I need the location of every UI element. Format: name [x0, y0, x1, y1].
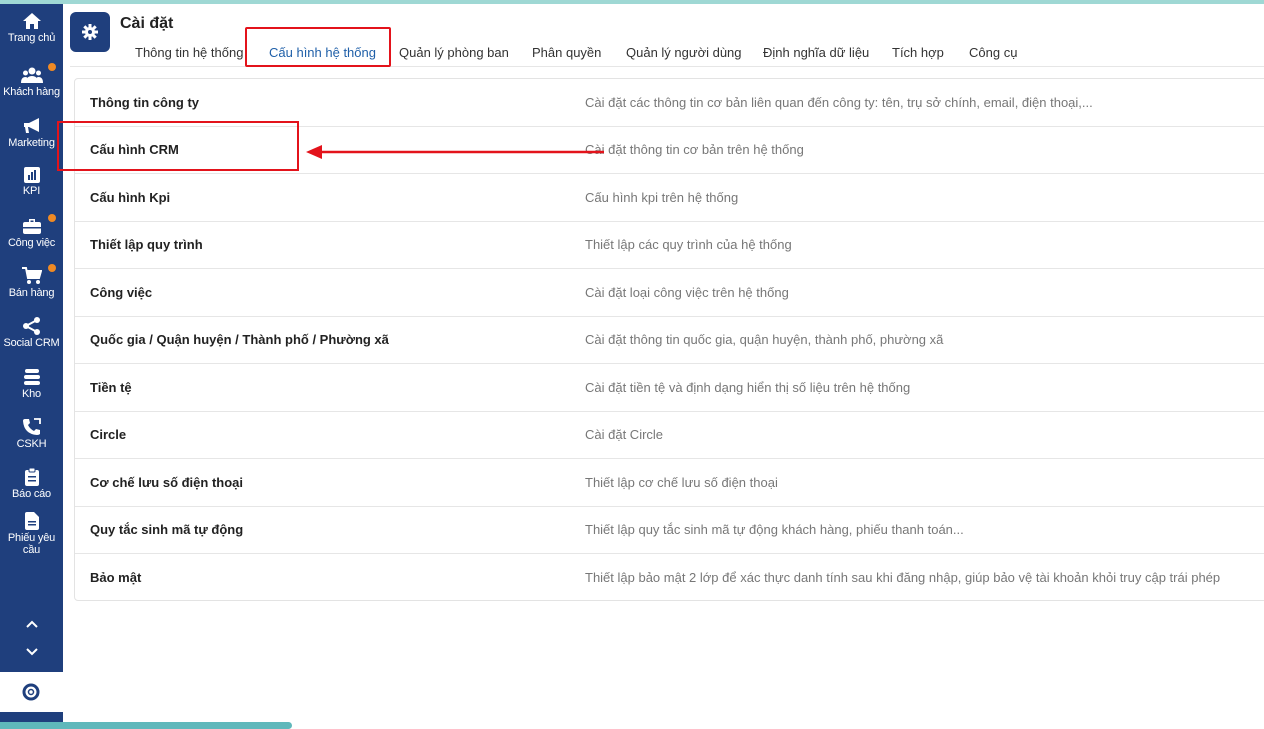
setting-description: Cài đặt tiền tệ và định dạng hiển thị số…	[585, 380, 911, 395]
sidebar-item-marketing[interactable]: Marketing	[0, 117, 63, 149]
phone-icon	[22, 418, 41, 435]
share-icon	[22, 317, 40, 335]
sidebar-item-kpi[interactable]: KPI	[0, 167, 63, 197]
cart-icon	[21, 267, 42, 284]
setting-description: Cài đặt Circle	[585, 427, 664, 442]
setting-name[interactable]: Quy tắc sinh mã tự động	[90, 522, 243, 537]
sidebar-item-sales[interactable]: Bán hàng	[0, 267, 63, 299]
sidebar-item-label: Công việc	[7, 237, 56, 249]
sidebar-item-label: Báo cáo	[12, 488, 51, 500]
setting-name[interactable]: Cơ chế lưu số điện thoại	[90, 475, 243, 490]
sidebar-item-requests[interactable]: Phiếu yêu cầu	[0, 512, 63, 556]
notification-dot	[48, 264, 56, 272]
sidebar-item-customer-care[interactable]: CSKH	[0, 418, 63, 450]
sidebar-item-label: Phiếu yêu cầu	[7, 532, 56, 556]
sidebar-item-label: Social CRM	[3, 337, 60, 349]
setting-name[interactable]: Bảo mật	[90, 570, 141, 585]
setting-description: Thiết lập cơ chế lưu số điện thoại	[585, 475, 778, 490]
setting-description: Cài đặt thông tin quốc gia, quận huyện, …	[585, 332, 944, 347]
setting-name[interactable]: Thiết lập quy trình	[90, 237, 203, 252]
gear-icon	[82, 24, 98, 40]
settings-row-task-types[interactable]: Công việc Cài đặt loại công việc trên hệ…	[75, 269, 1264, 317]
megaphone-icon	[23, 118, 39, 133]
page-title: Cài đặt	[120, 15, 174, 32]
settings-row-kpi-config[interactable]: Cấu hình Kpi Cấu hình kpi trên hệ thống	[75, 174, 1264, 222]
briefcase-icon	[22, 219, 41, 234]
warehouse-icon	[23, 369, 40, 385]
tab-permissions[interactable]: Phân quyền	[532, 45, 601, 60]
sidebar-item-warehouse[interactable]: Kho	[0, 368, 63, 400]
sidebar-item-tasks[interactable]: Công việc	[0, 217, 63, 249]
sidebar-item-home[interactable]: Trang chủ	[0, 12, 63, 44]
sidebar-item-label: Kho	[22, 388, 41, 400]
setting-description: Thiết lập bảo mật 2 lớp để xác thực danh…	[585, 570, 1221, 585]
sidebar: Trang chủ Khách hàng Marketing KPI Công …	[0, 4, 63, 729]
scroll-up-button[interactable]	[0, 616, 63, 634]
setting-description: Cài đặt thông tin cơ bản trên hệ thống	[585, 142, 804, 157]
sidebar-item-label: Trang chủ	[7, 32, 56, 44]
tab-integrations[interactable]: Tích hợp	[892, 45, 944, 60]
settings-row-currency[interactable]: Tiền tệ Cài đặt tiền tệ và định dạng hiể…	[75, 364, 1264, 412]
settings-row-security[interactable]: Bảo mật Thiết lập bảo mật 2 lớp để xác t…	[75, 554, 1264, 602]
settings-row-auto-code[interactable]: Quy tắc sinh mã tự động Thiết lập quy tắ…	[75, 506, 1264, 554]
home-icon	[22, 13, 41, 29]
sidebar-item-label: KPI	[22, 185, 41, 197]
tab-system-info[interactable]: Thông tin hệ thống	[135, 45, 243, 60]
setting-description: Thiết lập quy tắc sinh mã tự động khách …	[585, 522, 964, 537]
sidebar-item-label: Marketing	[8, 137, 55, 149]
chevron-up-icon	[25, 620, 38, 628]
annotation-highlight-row	[57, 121, 299, 171]
lifebuoy-icon	[22, 683, 40, 701]
chevron-down-icon	[25, 648, 38, 656]
tab-tools[interactable]: Công cụ	[969, 45, 1017, 60]
chart-icon	[23, 167, 40, 183]
tab-users[interactable]: Quản lý người dùng	[626, 45, 742, 60]
top-accent-line	[0, 0, 1264, 4]
tab-data-definitions[interactable]: Định nghĩa dữ liệu	[763, 45, 869, 60]
sidebar-item-customers[interactable]: Khách hàng	[0, 66, 63, 98]
sidebar-item-label: Bán hàng	[8, 287, 55, 299]
setting-name[interactable]: Quốc gia / Quận huyện / Thành phố / Phườ…	[90, 332, 389, 347]
settings-header-icon	[70, 12, 110, 52]
sidebar-item-label: CSKH	[16, 438, 47, 450]
setting-name[interactable]: Công việc	[90, 285, 152, 300]
setting-description: Thiết lập các quy trình của hệ thống	[585, 237, 792, 252]
settings-row-circle[interactable]: Circle Cài đặt Circle	[75, 411, 1264, 459]
settings-row-locations[interactable]: Quốc gia / Quận huyện / Thành phố / Phườ…	[75, 316, 1264, 364]
clipboard-icon	[24, 468, 39, 486]
help-button[interactable]	[0, 672, 63, 712]
setting-description: Cài đặt loại công việc trên hệ thống	[585, 285, 789, 300]
notification-dot	[48, 214, 56, 222]
settings-row-phone-storage[interactable]: Cơ chế lưu số điện thoại Thiết lập cơ ch…	[75, 459, 1264, 507]
setting-name[interactable]: Tiền tệ	[90, 380, 132, 395]
notification-dot	[48, 63, 56, 71]
settings-row-workflows[interactable]: Thiết lập quy trình Thiết lập các quy tr…	[75, 221, 1264, 269]
setting-name[interactable]: Circle	[90, 427, 126, 442]
sidebar-item-reports[interactable]: Báo cáo	[0, 468, 63, 500]
tab-departments[interactable]: Quản lý phòng ban	[399, 45, 509, 60]
progress-bar	[0, 722, 292, 729]
scroll-down-button[interactable]	[0, 644, 63, 662]
setting-description: Cài đặt các thông tin cơ bản liên quan đ…	[585, 95, 1093, 110]
settings-row-company-info[interactable]: Thông tin công ty Cài đặt các thông tin …	[75, 79, 1264, 127]
users-icon	[20, 67, 43, 83]
document-icon	[24, 512, 39, 530]
setting-name[interactable]: Cấu hình Kpi	[90, 190, 170, 205]
annotation-highlight-tab	[245, 27, 391, 67]
sidebar-item-label: Khách hàng	[3, 86, 60, 98]
setting-description: Cấu hình kpi trên hệ thống	[585, 190, 739, 205]
sidebar-item-social-crm[interactable]: Social CRM	[0, 317, 63, 349]
annotation-arrow	[306, 145, 604, 159]
setting-name[interactable]: Thông tin công ty	[90, 95, 199, 110]
